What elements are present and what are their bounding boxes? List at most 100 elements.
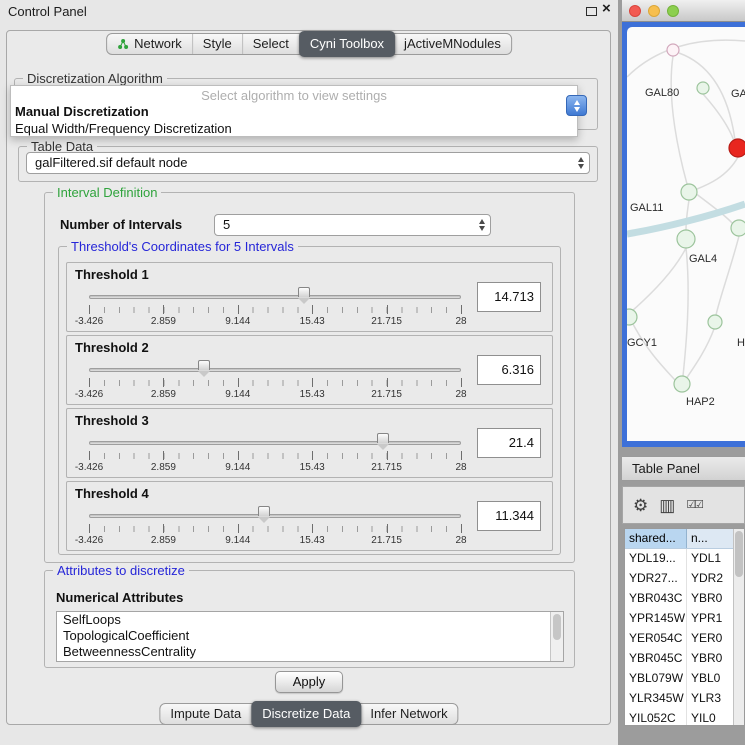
network-node[interactable] xyxy=(674,376,690,392)
list-item[interactable]: TopologicalCoefficient xyxy=(57,628,563,644)
network-view-frame: GAL80 GA GAL11 GAL4 GCY1 H HAP2 xyxy=(622,22,745,447)
tick-mark xyxy=(387,524,388,533)
slider-track[interactable] xyxy=(89,295,461,299)
network-node[interactable] xyxy=(697,82,709,94)
close-traffic-light-icon[interactable] xyxy=(629,5,641,17)
network-window-titlebar[interactable] xyxy=(622,0,745,22)
tab-select[interactable]: Select xyxy=(243,34,300,54)
tick-mark xyxy=(387,378,388,387)
slider-thumb[interactable] xyxy=(377,433,389,443)
select-columns-icon[interactable]: ☑☑ xyxy=(686,500,702,511)
tab-impute-data[interactable]: Impute Data xyxy=(160,704,252,724)
slider-track[interactable] xyxy=(89,441,461,445)
slider-track[interactable] xyxy=(89,514,461,518)
dropdown-item-manual-discretization[interactable]: Manual Discretization xyxy=(11,103,577,120)
tab-infer-network[interactable]: Infer Network xyxy=(360,704,457,724)
scrollbar-thumb[interactable] xyxy=(553,614,561,640)
table-panel-title: Table Panel xyxy=(632,461,700,476)
network-node[interactable] xyxy=(667,44,679,56)
table-row[interactable]: YBL079WYBL0 xyxy=(625,669,744,689)
table-row[interactable]: YPR145WYPR1 xyxy=(625,609,744,629)
tab-label: Infer Network xyxy=(370,704,447,724)
table-row[interactable]: YBR043CYBR0 xyxy=(625,589,744,609)
screen: Control Panel × Network Style Select Cyn… xyxy=(0,0,745,745)
table-row[interactable]: YDR27...YDR2 xyxy=(625,569,744,589)
attributes-list[interactable]: SelfLoops TopologicalCoefficient Between… xyxy=(56,611,564,662)
cell-shared-name[interactable]: YBR043C xyxy=(625,589,687,609)
cell-shared-name[interactable]: YER054C xyxy=(625,629,687,649)
slider-track[interactable] xyxy=(89,368,461,372)
network-node[interactable] xyxy=(627,309,637,325)
gear-icon[interactable]: ⚙ xyxy=(633,497,648,514)
threshold-slider[interactable]: -3.426 2.859 9.144 15.43 21.715 28 xyxy=(89,433,461,475)
group-title: Interval Definition xyxy=(53,185,161,200)
threshold-value-field[interactable]: 6.316 xyxy=(477,355,541,385)
group-title: Attributes to discretize xyxy=(53,563,189,578)
number-of-intervals-label: Number of Intervals xyxy=(60,217,182,232)
tick-mark xyxy=(163,524,164,533)
network-node[interactable] xyxy=(708,315,722,329)
slider-ticks xyxy=(89,380,461,386)
cell-shared-name[interactable]: YLR345W xyxy=(625,689,687,709)
tab-jactivemnodules[interactable]: jActiveMNodules xyxy=(394,34,511,54)
scrollbar-thumb[interactable] xyxy=(735,531,743,577)
table-data-combo[interactable]: galFiltered.sif default node xyxy=(26,152,590,174)
network-node-selected[interactable] xyxy=(729,139,745,157)
cell-shared-name[interactable]: YBR045C xyxy=(625,649,687,669)
scale-label: -3.426 xyxy=(75,462,103,473)
algorithm-combo-stepper[interactable] xyxy=(566,95,587,116)
columns-icon[interactable]: ▥ xyxy=(659,497,675,514)
tab-cyni-toolbox[interactable]: Cyni Toolbox xyxy=(299,31,395,57)
list-scrollbar[interactable] xyxy=(550,612,563,661)
threshold-panel-2: Threshold 2 -3.426 2.859 9.144 15.43 21.… xyxy=(66,335,553,405)
network-canvas[interactable]: GAL80 GA GAL11 GAL4 GCY1 H HAP2 xyxy=(627,27,745,441)
close-icon[interactable]: × xyxy=(602,0,611,17)
cell-shared-name[interactable]: YDR27... xyxy=(625,569,687,589)
tab-label: Network xyxy=(134,34,182,54)
cell-shared-name[interactable]: YIL052C xyxy=(625,709,687,726)
node-label-partial: H xyxy=(737,337,745,349)
network-node[interactable] xyxy=(677,230,695,248)
list-item[interactable]: BetweennessCentrality xyxy=(57,644,563,660)
zoom-traffic-light-icon[interactable] xyxy=(667,5,679,17)
slider-thumb[interactable] xyxy=(298,287,310,297)
dropdown-item-equal-width[interactable]: Equal Width/Frequency Discretization xyxy=(11,120,577,137)
table-row[interactable]: YDL19...YDL1 xyxy=(625,549,744,569)
table-row[interactable]: YER054CYER0 xyxy=(625,629,744,649)
table-scrollbar[interactable] xyxy=(733,529,744,725)
network-node[interactable] xyxy=(681,184,697,200)
minimize-traffic-light-icon[interactable] xyxy=(648,5,660,17)
scale-label: -3.426 xyxy=(75,535,103,546)
threshold-value-field[interactable]: 11.344 xyxy=(477,501,541,531)
apply-button[interactable]: Apply xyxy=(275,671,343,693)
threshold-panel-4: Threshold 4 -3.426 2.859 9.144 15.43 21.… xyxy=(66,481,553,551)
threshold-value-field[interactable]: 21.4 xyxy=(477,428,541,458)
threshold-label: Threshold 1 xyxy=(75,267,149,282)
slider-ticks xyxy=(89,307,461,313)
slider-thumb[interactable] xyxy=(258,506,270,516)
number-of-intervals-combo[interactable]: 5 xyxy=(214,214,491,236)
slider-thumb[interactable] xyxy=(198,360,210,370)
network-node[interactable] xyxy=(731,220,745,236)
cell-shared-name[interactable]: YPR145W xyxy=(625,609,687,629)
node-label-gal4: GAL4 xyxy=(689,253,717,265)
threshold-slider[interactable]: -3.426 2.859 9.144 15.43 21.715 28 xyxy=(89,287,461,329)
scale-label: 28 xyxy=(455,389,466,400)
table-row[interactable]: YBR045CYBR0 xyxy=(625,649,744,669)
cell-shared-name[interactable]: YDL19... xyxy=(625,549,687,569)
threshold-value-field[interactable]: 14.713 xyxy=(477,282,541,312)
tab-style[interactable]: Style xyxy=(193,34,243,54)
table-row[interactable]: YLR345WYLR3 xyxy=(625,689,744,709)
float-window-icon[interactable] xyxy=(586,7,597,16)
scale-label: 9.144 xyxy=(225,462,250,473)
tab-discretize-data[interactable]: Discretize Data xyxy=(251,701,361,727)
table-row[interactable]: YIL052CYIL0 xyxy=(625,709,744,726)
cell-shared-name[interactable]: YBL079W xyxy=(625,669,687,689)
threshold-slider[interactable]: -3.426 2.859 9.144 15.43 21.715 28 xyxy=(89,506,461,548)
tab-network[interactable]: Network xyxy=(107,34,193,54)
scale-label: 28 xyxy=(455,316,466,327)
threshold-slider[interactable]: -3.426 2.859 9.144 15.43 21.715 28 xyxy=(89,360,461,402)
list-item[interactable]: SelfLoops xyxy=(57,612,563,628)
column-header-shared-name[interactable]: shared... xyxy=(625,529,687,548)
algorithm-dropdown: Select algorithm to view settings Manual… xyxy=(10,85,578,137)
